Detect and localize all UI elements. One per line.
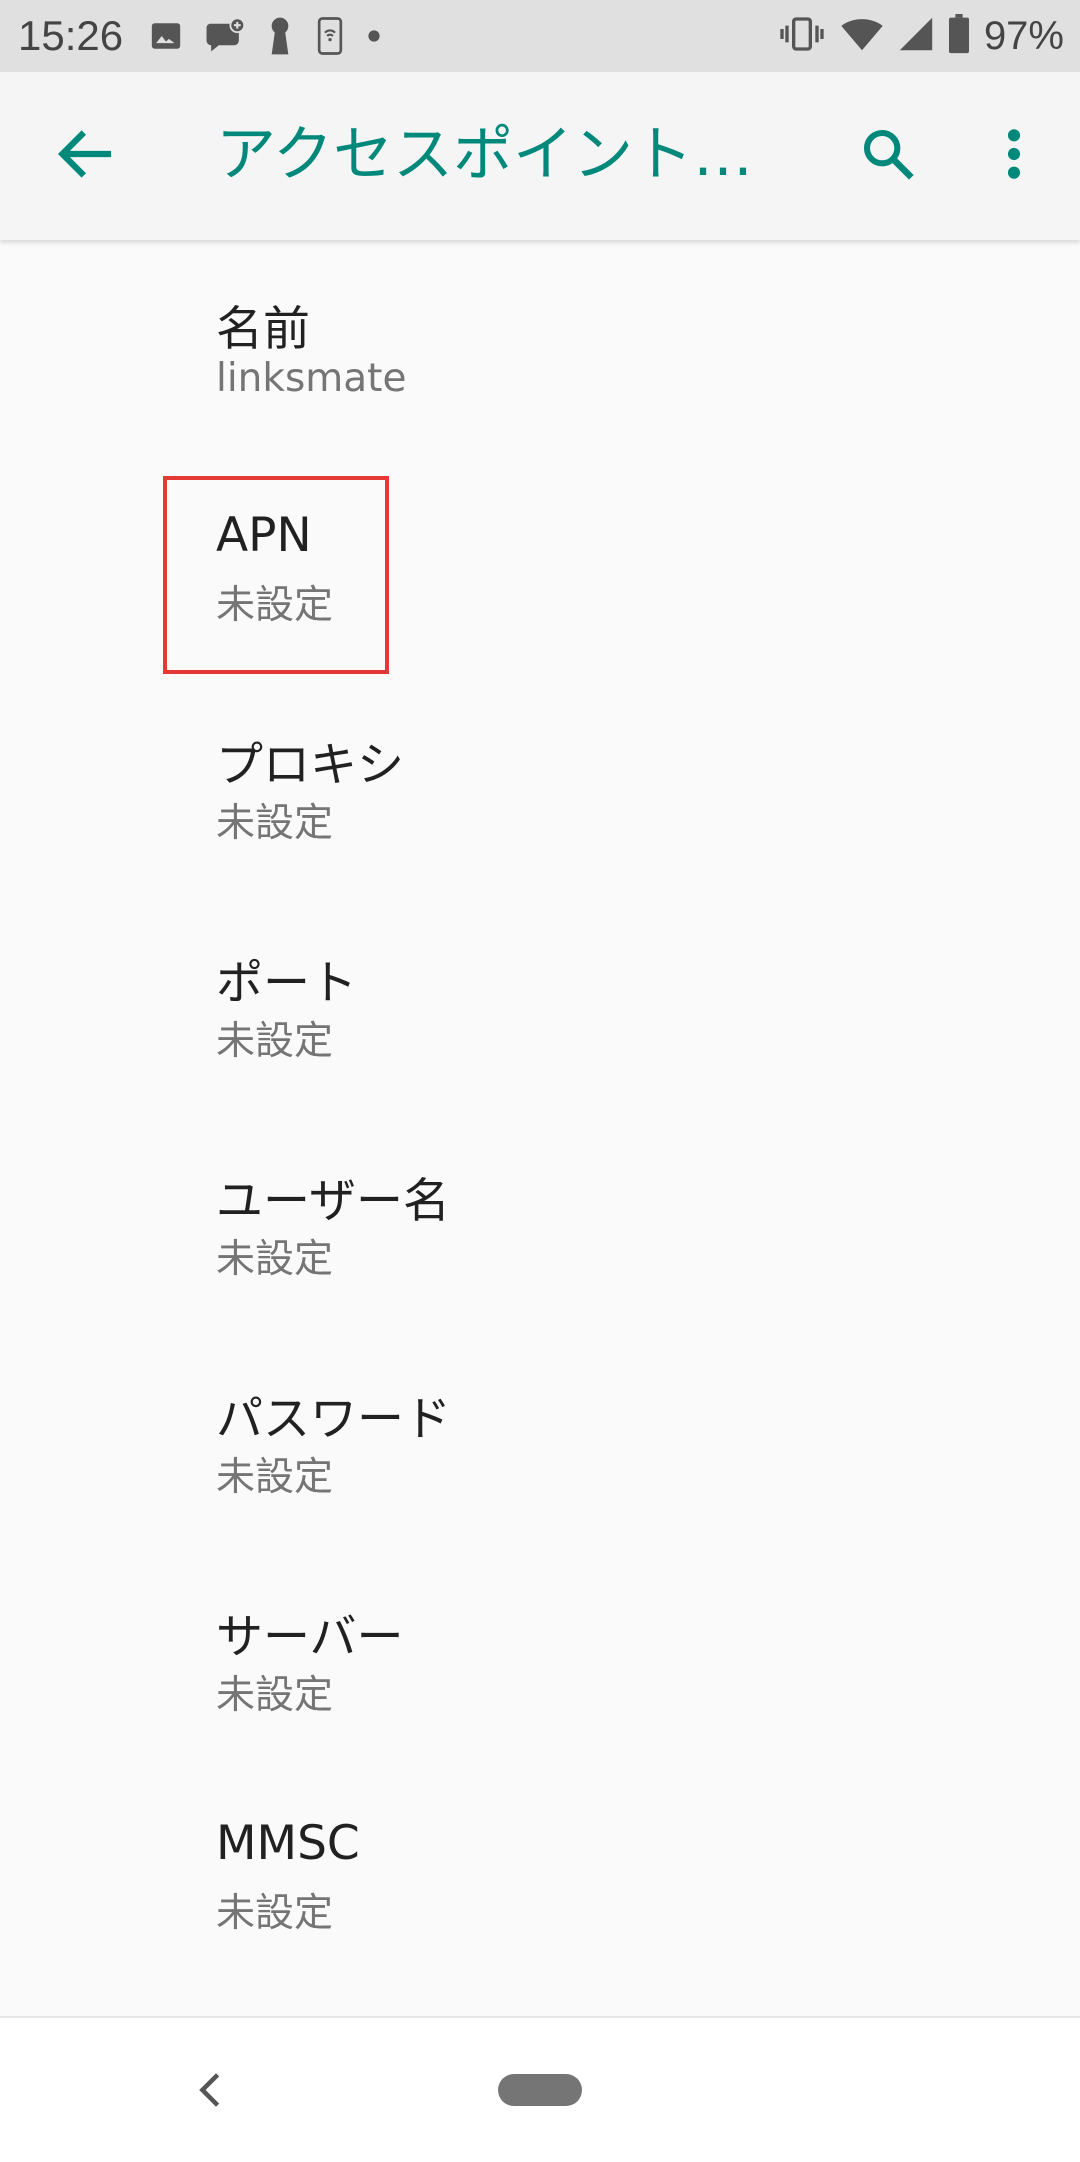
status-bar: 15:26 97% — [0, 0, 1080, 72]
pref-item-username[interactable]: ユーザー名 未設定 — [0, 1112, 1080, 1330]
pref-item-mmsc[interactable]: MMSC 未設定 — [0, 1766, 1080, 1984]
vibrate-icon — [778, 14, 826, 58]
app-bar: アクセスポイント… — [0, 72, 1080, 240]
chat-plus-icon — [205, 17, 246, 55]
pref-summary: 未設定 — [216, 801, 334, 846]
battery-icon — [948, 14, 970, 58]
pref-item-name[interactable]: 名前 linksmate — [0, 240, 1080, 458]
more-options-button[interactable] — [974, 116, 1054, 196]
pref-title: プロキシ — [216, 738, 404, 793]
status-time: 15:26 — [18, 12, 124, 59]
keyhole-icon — [267, 16, 293, 56]
pref-title: パスワード — [216, 1392, 451, 1447]
home-pill-icon[interactable] — [498, 2074, 582, 2106]
pref-title: MMSC — [216, 1816, 360, 1871]
search-icon — [860, 126, 916, 186]
pref-summary: 未設定 — [216, 583, 334, 628]
pref-title: ポート — [216, 956, 357, 1011]
page-title: アクセスポイント… — [216, 120, 753, 190]
apn-settings-list: 名前 linksmate APN 未設定 プロキシ 未設定 ポート 未設定 ユー… — [0, 240, 1080, 1984]
pref-title: サーバー — [216, 1610, 404, 1665]
pref-summary: linksmate — [216, 356, 407, 401]
pref-item-apn[interactable]: APN 未設定 — [0, 458, 1080, 676]
back-button[interactable] — [44, 116, 124, 196]
pref-item-port[interactable]: ポート 未設定 — [0, 894, 1080, 1112]
pref-summary: 未設定 — [216, 1673, 334, 1718]
more-vert-icon — [1004, 126, 1024, 186]
system-status-icons: 97% — [778, 0, 1064, 72]
wifi-icon — [840, 16, 884, 56]
nav-back-button[interactable] — [180, 2052, 240, 2132]
pref-summary: 未設定 — [216, 1237, 334, 1282]
pref-title: ユーザー名 — [216, 1174, 451, 1229]
pref-item-server[interactable]: サーバー 未設定 — [0, 1548, 1080, 1766]
nav-back-icon — [198, 2071, 222, 2113]
image-icon — [149, 19, 183, 53]
pref-item-password[interactable]: パスワード 未設定 — [0, 1330, 1080, 1548]
dot-icon — [367, 29, 381, 43]
pref-summary: 未設定 — [216, 1455, 334, 1500]
nfc-phone-icon — [315, 16, 345, 56]
arrow-back-icon — [55, 130, 113, 182]
signal-icon — [898, 16, 934, 56]
battery-percentage: 97% — [983, 13, 1064, 58]
pref-item-proxy[interactable]: プロキシ 未設定 — [0, 676, 1080, 894]
pref-title: APN — [216, 508, 312, 563]
notification-icons — [149, 16, 381, 56]
navigation-bar — [0, 2016, 1080, 2162]
pref-summary: 未設定 — [216, 1019, 334, 1064]
search-button[interactable] — [848, 116, 928, 196]
pref-summary: 未設定 — [216, 1891, 334, 1936]
pref-title: 名前 — [216, 302, 310, 357]
